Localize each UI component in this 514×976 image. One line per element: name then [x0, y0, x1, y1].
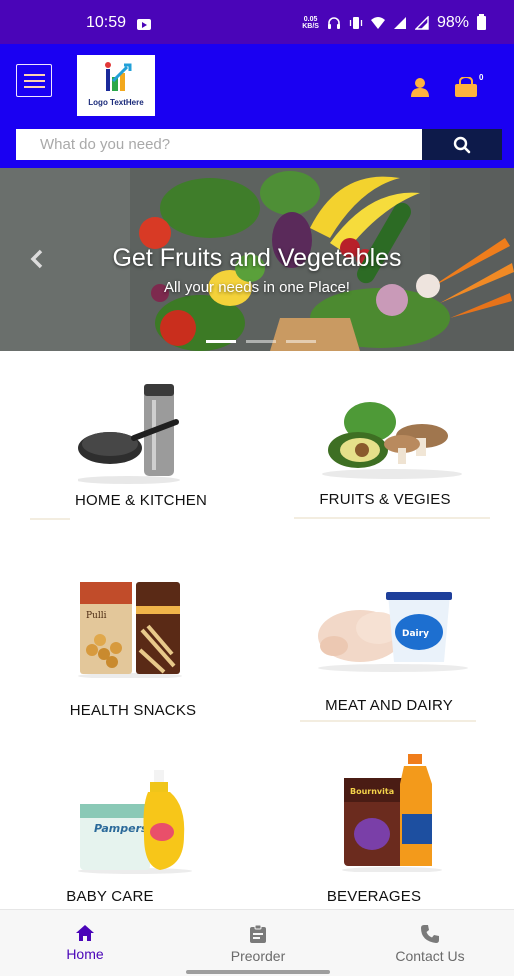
network-speed: 0.05 KB/S [302, 16, 319, 30]
gesture-home-indicator[interactable] [186, 970, 330, 974]
search-icon [453, 136, 471, 153]
banner-dot[interactable] [286, 340, 316, 343]
search-bar [16, 129, 502, 160]
category-fruits-vegies[interactable]: FRUITS & VEGIES [270, 364, 500, 524]
category-label: MEAT AND DAIRY [325, 697, 453, 714]
nav-home-label: Home [66, 946, 104, 962]
menu-icon-bar [23, 73, 45, 76]
network-speed-value: 0.05 [303, 16, 318, 23]
user-icon[interactable] [410, 77, 430, 97]
category-divider [294, 517, 490, 519]
search-input[interactable] [16, 129, 422, 160]
signal-2-icon [414, 16, 429, 30]
clipboard-icon [250, 924, 266, 943]
search-button[interactable] [422, 129, 502, 160]
menu-icon-bar [23, 85, 45, 88]
category-home-kitchen[interactable]: HOME & KITCHEN [26, 364, 256, 524]
nav-home[interactable]: Home [25, 924, 145, 962]
menu-button[interactable] [16, 64, 52, 97]
category-beverages[interactable]: Bournvita BEVERAGES [260, 754, 506, 914]
snack-brand-text: Pulli [86, 611, 107, 621]
cookware-image [78, 384, 180, 484]
category-label: BABY CARE [66, 888, 154, 905]
headphones-icon [327, 17, 340, 29]
category-divider [300, 720, 476, 722]
nav-preorder-label: Preorder [230, 948, 286, 964]
logo-text: Logo TextHere [88, 98, 144, 107]
beverages-image: Bournvita [342, 754, 442, 872]
battery-percent: 98% [436, 14, 469, 31]
vegies-image [322, 402, 462, 479]
vibrate-icon [349, 17, 363, 29]
status-bar: 10:59 0.05 KB/S 98% [0, 0, 514, 44]
banner-dot[interactable] [206, 340, 236, 343]
banner-title: Get Fruits and Vegetables [112, 244, 402, 272]
home-icon [76, 925, 94, 941]
signal-icon [393, 17, 406, 29]
cart-icon[interactable] [454, 77, 478, 97]
app-header: Logo TextHere 0 [0, 44, 514, 168]
category-baby-care[interactable]: Pampers BABY CARE [0, 760, 234, 914]
battery-icon [477, 14, 486, 30]
category-label: BEVERAGES [326, 888, 422, 905]
nav-contact[interactable]: Contact Us [370, 924, 490, 964]
nav-preorder[interactable]: Preorder [198, 924, 318, 964]
wifi-icon [370, 17, 385, 29]
network-speed-unit: KB/S [302, 23, 319, 30]
yogurt-brand-text: Dairy [402, 629, 429, 639]
category-label: HOME & KITCHEN [75, 492, 207, 509]
banner-indicators [206, 340, 316, 343]
status-icons: 0.05 KB/S 98% [302, 14, 486, 32]
diaper-brand-text: Pampers [94, 822, 148, 835]
category-label: HEALTH SNACKS [69, 702, 197, 719]
status-time: 10:59 [86, 14, 127, 31]
snacks-image: Pulli [78, 582, 182, 678]
promo-banner[interactable]: Get Fruits and Vegetables All your needs… [0, 168, 514, 351]
nav-contact-label: Contact Us [395, 948, 465, 964]
banner-dot[interactable] [246, 340, 276, 343]
cart-count-badge: 0 [479, 73, 484, 82]
app-logo[interactable]: Logo TextHere [77, 55, 155, 116]
menu-icon-bar [23, 79, 45, 82]
category-health-snacks[interactable]: Pulli HEALTH SNACKS [18, 570, 248, 730]
baby-care-image: Pampers [78, 770, 192, 874]
banner-subtitle: All your needs in one Place! [164, 279, 350, 296]
category-divider [30, 518, 70, 520]
category-meat-dairy[interactable]: Dairy MEAT AND DAIRY [274, 570, 504, 730]
phone-icon [421, 925, 439, 943]
category-label: FRUITS & VEGIES [319, 491, 451, 508]
meat-dairy-image: Dairy [318, 592, 468, 672]
bottom-navigation: Home Preorder Contact Us [0, 909, 514, 976]
drink-brand-text: Bournvita [350, 787, 394, 796]
video-notification-icon [137, 19, 151, 30]
